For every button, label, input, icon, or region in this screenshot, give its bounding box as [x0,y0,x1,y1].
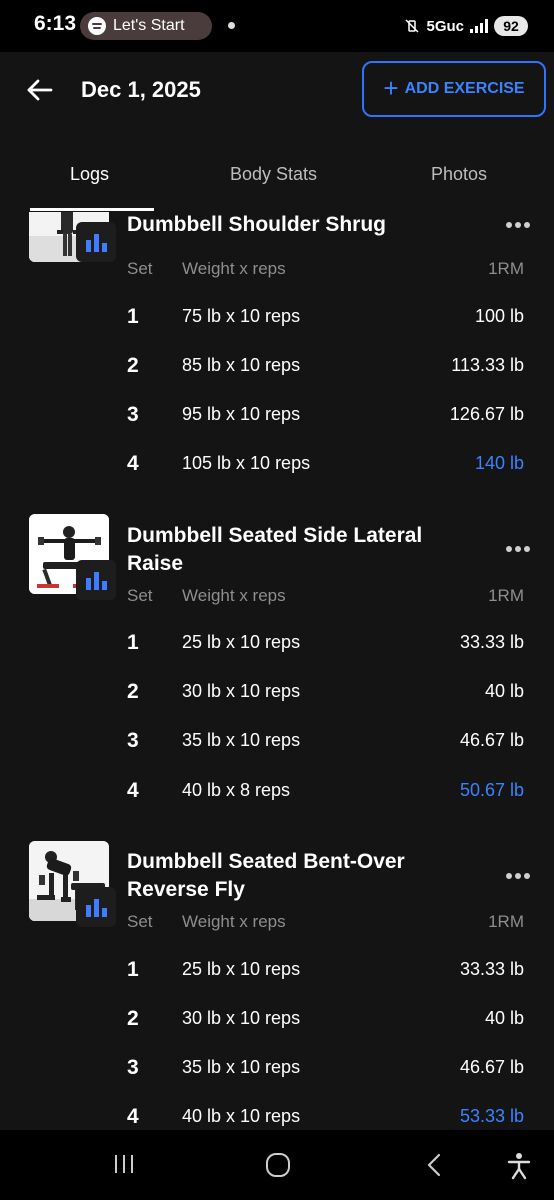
column-header-weight-reps: Weight x reps [182,586,286,605]
tab-body-stats[interactable]: Body Stats [230,164,317,185]
add-exercise-label: ADD EXERCISE [404,80,525,97]
add-exercise-button[interactable]: + ADD EXERCISE [362,61,546,117]
set-1rm: 113.33 lb [451,355,524,375]
column-header-set: Set [127,259,153,278]
set-weight-reps[interactable]: 25 lb x 10 reps [182,632,300,653]
set-1rm: 33.33 lb [459,632,524,652]
exercise-card: Dumbbell Seated Side Lateral Raise Set W… [0,514,554,814]
column-header-set: Set [127,586,153,605]
set-1rm: 100 lb [474,306,524,326]
plus-icon: + [383,73,399,103]
set-number: 4 [127,779,139,802]
set-weight-reps[interactable]: 35 lb x 10 reps [182,1057,300,1078]
set-1rm: 126.67 lb [449,404,524,424]
set-number: 3 [127,729,139,752]
set-1rm: 33.33 lb [459,959,524,979]
active-tab-indicator [30,208,154,211]
more-options-icon[interactable] [506,544,532,554]
exercise-title[interactable]: Dumbbell Shoulder Shrug [127,212,467,239]
page-title: Dec 1, 2025 [81,77,201,102]
set-1rm: 40 lb [484,1008,524,1028]
progress-chart-icon[interactable] [76,560,116,600]
set-1rm-best: 53.33 lb [459,1106,524,1126]
set-1rm: 46.67 lb [459,1057,524,1077]
signal-icon [470,19,488,33]
status-time: 6:13 [34,12,77,35]
set-1rm: 46.67 lb [459,730,524,750]
set-number: 4 [127,1105,139,1128]
back-arrow-icon[interactable] [24,74,56,106]
recent-apps-icon[interactable] [112,1152,136,1176]
tab-logs[interactable]: Logs [70,164,109,185]
set-weight-reps[interactable]: 25 lb x 10 reps [182,959,300,980]
set-number: 2 [127,354,139,377]
set-number: 3 [127,403,139,426]
exercise-title[interactable]: Dumbbell Seated Bent-Over Reverse Fly [127,848,467,904]
app-header: Dec 1, 2025 + ADD EXERCISE [0,52,554,142]
column-header-1rm: 1RM [488,586,524,605]
home-icon[interactable] [265,1152,291,1178]
network-label: 5Guc [426,17,464,35]
spotify-icon [88,17,106,35]
notification-dot-icon [228,22,235,29]
set-weight-reps[interactable]: 40 lb x 8 reps [182,780,290,801]
exercise-title[interactable]: Dumbbell Seated Side Lateral Raise [127,522,467,578]
column-header-weight-reps: Weight x reps [182,259,286,278]
media-pill-label: Let's Start [113,17,185,34]
exercise-log-list[interactable]: Dumbbell Shoulder Shrug Set Weight x rep… [0,212,554,1130]
column-header-1rm: 1RM [488,912,524,931]
media-pill[interactable]: Let's Start [80,12,212,40]
set-weight-reps[interactable]: 75 lb x 10 reps [182,306,300,327]
status-indicators: 5Guc 92 [404,14,528,38]
set-weight-reps[interactable]: 30 lb x 10 reps [182,681,300,702]
set-number: 2 [127,680,139,703]
set-weight-reps[interactable]: 30 lb x 10 reps [182,1008,300,1029]
set-weight-reps[interactable]: 105 lb x 10 reps [182,453,310,474]
set-number: 2 [127,1007,139,1030]
set-weight-reps[interactable]: 85 lb x 10 reps [182,355,300,376]
set-number: 3 [127,1056,139,1079]
set-number: 1 [127,958,139,981]
set-number: 1 [127,631,139,654]
exercise-card: Dumbbell Shoulder Shrug Set Weight x rep… [0,212,554,482]
accessibility-icon[interactable] [506,1152,532,1180]
set-weight-reps[interactable]: 95 lb x 10 reps [182,404,300,425]
battery-icon: 92 [494,16,528,36]
column-header-weight-reps: Weight x reps [182,912,286,931]
set-number: 1 [127,305,139,328]
vibrate-mute-icon [405,19,420,33]
tab-bar: Logs Body Stats Photos [0,150,554,211]
set-1rm-best: 140 lb [474,453,524,473]
more-options-icon[interactable] [506,220,532,230]
column-header-set: Set [127,912,153,931]
progress-chart-icon[interactable] [76,887,116,927]
system-nav-bar [0,1130,554,1200]
progress-chart-icon[interactable] [76,222,116,262]
column-header-1rm: 1RM [488,259,524,278]
set-1rm: 40 lb [484,681,524,701]
tab-photos[interactable]: Photos [431,164,487,185]
status-bar: 6:13 Let's Start 5Guc 92 [0,0,554,52]
more-options-icon[interactable] [506,871,532,881]
back-nav-icon[interactable] [424,1152,444,1178]
set-1rm-best: 50.67 lb [459,780,524,800]
exercise-card: Dumbbell Seated Bent-Over Reverse Fly Se… [0,841,554,1130]
set-weight-reps[interactable]: 40 lb x 10 reps [182,1106,300,1127]
set-number: 4 [127,452,139,475]
set-weight-reps[interactable]: 35 lb x 10 reps [182,730,300,751]
